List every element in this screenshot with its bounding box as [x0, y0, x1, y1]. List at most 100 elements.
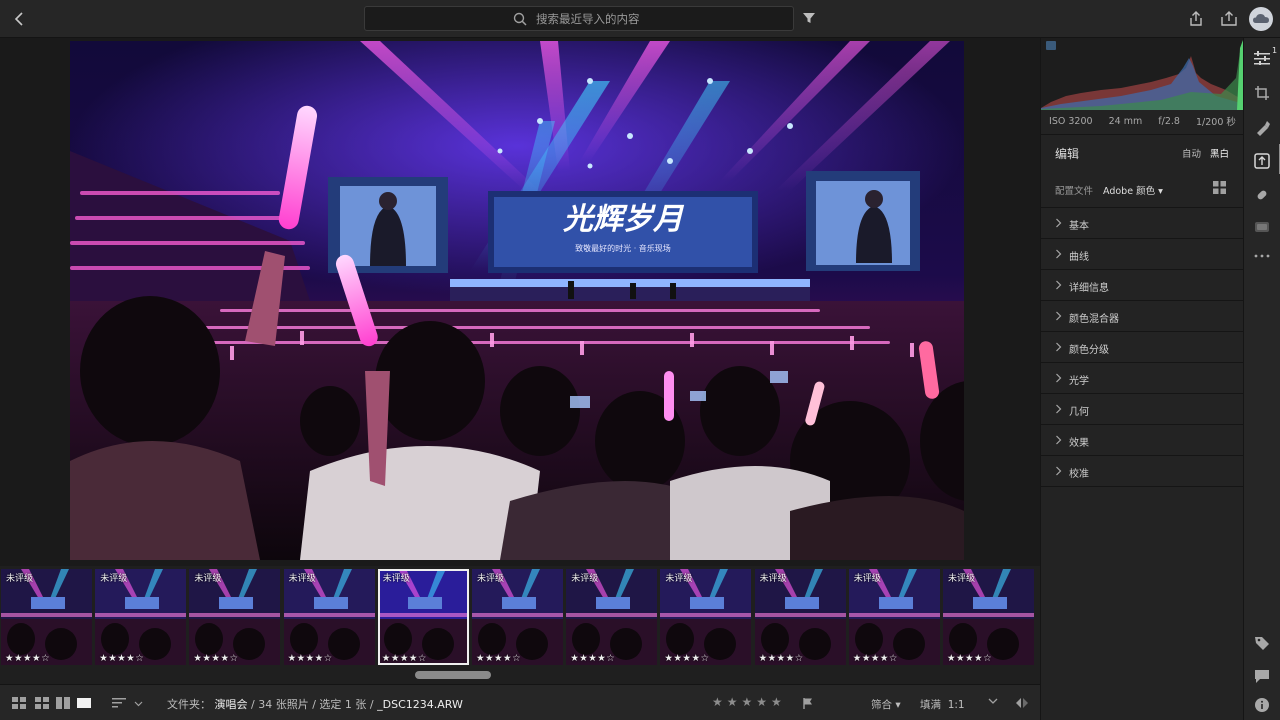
filmstrip-thumbnail[interactable]: 未评级 ★★★★☆ — [566, 569, 658, 665]
filmstrip-thumbnail[interactable]: 未评级 ★★★★☆ — [377, 569, 469, 665]
filter-menu[interactable]: 筛合 ▾ — [871, 697, 901, 712]
search-input[interactable] — [536, 10, 786, 27]
export-icon[interactable] — [1220, 10, 1238, 28]
tag-icon[interactable] — [1254, 635, 1270, 651]
black-white-button[interactable]: 黑白 — [1210, 146, 1229, 160]
thumbnail-stars[interactable]: ★★★★☆ — [5, 653, 50, 664]
thumbnail-rating-label: 未评级 — [100, 574, 128, 584]
file-separator: / — [369, 698, 374, 711]
folder-name-link[interactable]: 演唱会 — [215, 698, 248, 711]
info-icon[interactable] — [1254, 697, 1270, 713]
main-photo[interactable]: 光辉岁月 致敬最好的时光 · 音乐现场 — [70, 41, 964, 560]
compare-view-icon[interactable] — [56, 697, 70, 709]
panel-section[interactable]: 校准 — [1041, 456, 1244, 487]
profile-dropdown[interactable]: Adobe 颜色 ▾ — [1103, 183, 1163, 197]
thumbnail-rating-label: 未评级 — [6, 574, 34, 584]
panel-section[interactable]: 颜色混合器 — [1041, 301, 1244, 332]
chevron-right-icon — [1056, 280, 1062, 290]
exif-info: ISO 3200 24 mm f/2.8 1/200 秒 — [1041, 110, 1244, 132]
zoom-fit-menu[interactable]: 填满 1:1 — [920, 697, 965, 712]
filter-icon[interactable] — [802, 11, 816, 25]
breadcrumb: 文件夹： 演唱会 / 34 张照片 / 选定 1 张 / _DSC1234.AR… — [167, 696, 463, 712]
thumbnail-stars[interactable]: ★★★★☆ — [288, 653, 333, 664]
auto-button[interactable]: 自动 — [1182, 146, 1201, 160]
panel-section[interactable]: 曲线 — [1041, 239, 1244, 270]
crop-rotate-icon[interactable] — [1254, 85, 1270, 101]
thumbnail-rating-label: 未评级 — [571, 574, 599, 584]
chevron-right-icon — [1056, 435, 1062, 445]
presets-icon[interactable] — [1254, 220, 1270, 234]
thumbnail-stars[interactable]: ★★★★☆ — [759, 653, 804, 664]
filmstrip-thumbnail[interactable]: 未评级 ★★★★☆ — [660, 569, 752, 665]
panel-section[interactable]: 颜色分级 — [1041, 332, 1244, 363]
masking-icon[interactable] — [1254, 153, 1270, 169]
thumbnail-stars[interactable]: ★★★★☆ — [382, 653, 427, 664]
panel-section-label: 详细信息 — [1069, 283, 1109, 294]
back-button[interactable] — [8, 9, 30, 29]
screen-subtitle-text: 致敬最好的时光 · 音乐现场 — [575, 243, 671, 253]
thumbnail-stars[interactable]: ★★★★☆ — [193, 653, 238, 664]
comment-icon[interactable] — [1254, 668, 1270, 684]
chevron-down-icon[interactable] — [134, 701, 143, 707]
zoom-label: 1:1 — [947, 699, 965, 711]
thumbnail-rating-label: 未评级 — [759, 574, 787, 584]
chevron-right-icon — [1056, 373, 1062, 383]
panel-section-label: 基本 — [1069, 221, 1089, 232]
rating-stars[interactable]: ★★★★★ — [712, 695, 786, 709]
bandage-icon[interactable] — [1254, 187, 1270, 203]
photo-grid-icon[interactable] — [35, 697, 49, 709]
thumbnail-stars[interactable]: ★★★★☆ — [853, 653, 898, 664]
square-grid-icon[interactable] — [12, 697, 26, 709]
cloud-sync-button[interactable] — [1249, 7, 1273, 31]
filmstrip-thumbnail[interactable]: 未评级 ★★★★☆ — [1, 569, 92, 665]
thumbnail-rating-label: 未评级 — [477, 574, 505, 584]
thumbnail-stars[interactable]: ★★★★☆ — [570, 653, 615, 664]
filmstrip-thumbnail[interactable]: 未评级 ★★★★☆ — [848, 569, 940, 665]
thumbnail-stars[interactable]: ★★★★☆ — [476, 653, 521, 664]
panel-section-label: 校准 — [1069, 469, 1089, 480]
exif-aperture: f/2.8 — [1158, 115, 1180, 127]
profile-browser-icon[interactable] — [1213, 181, 1226, 194]
filmstrip-thumbnail[interactable]: 未评级 ★★★★☆ — [943, 569, 1034, 665]
thumbnail-rating-label: 未评级 — [194, 574, 222, 584]
filmstrip-scrollbar[interactable] — [415, 671, 491, 679]
share-icon[interactable] — [1188, 10, 1204, 28]
filmstrip-thumbnail[interactable]: 未评级 ★★★★☆ — [472, 569, 563, 665]
sort-lines-icon[interactable] — [112, 697, 126, 709]
panel-section-label: 颜色混合器 — [1069, 314, 1119, 325]
search-icon — [513, 12, 527, 26]
histogram — [1041, 38, 1244, 110]
filmstrip-thumbnail[interactable]: 未评级 ★★★★☆ — [754, 569, 846, 665]
cloud-icon — [1253, 14, 1269, 23]
more-icon[interactable] — [1254, 253, 1270, 259]
exif-focal: 24 mm — [1108, 115, 1143, 127]
thumbnail-stars[interactable]: ★★★★☆ — [99, 653, 144, 664]
folder-prefix: 文件夹： — [167, 698, 211, 711]
flag-icon[interactable] — [802, 697, 814, 710]
before-after-icon[interactable] — [1015, 696, 1029, 710]
chevron-down-icon[interactable] — [988, 698, 998, 705]
panel-section[interactable]: 详细信息 — [1041, 270, 1244, 301]
filmstrip-thumbnail[interactable]: 未评级 ★★★★☆ — [95, 569, 187, 665]
bottom-toolbar: 文件夹： 演唱会 / 34 张照片 / 选定 1 张 / _DSC1234.AR… — [0, 684, 1040, 720]
thumbnail-stars[interactable]: ★★★★☆ — [947, 653, 992, 664]
photo-count: / 34 张照片 — [251, 698, 309, 711]
edit-sliders-icon[interactable] — [1254, 51, 1270, 65]
panel-section[interactable]: 几何 — [1041, 394, 1244, 425]
tool-rail: 1 — [1243, 38, 1280, 720]
search-box[interactable] — [364, 6, 794, 31]
healing-brush-icon[interactable] — [1254, 120, 1270, 136]
edit-panel: ISO 3200 24 mm f/2.8 1/200 秒 编辑 自动 黑白 配置… — [1040, 38, 1244, 720]
edit-title: 编辑 — [1055, 147, 1080, 161]
thumbnail-stars[interactable]: ★★★★☆ — [664, 653, 709, 664]
loupe-view-icon[interactable] — [77, 697, 91, 709]
panel-section[interactable]: 效果 — [1041, 425, 1244, 456]
filmstrip-thumbnail[interactable]: 未评级 ★★★★☆ — [189, 569, 281, 665]
panel-section[interactable]: 光学 — [1041, 363, 1244, 394]
panel-section-label: 效果 — [1069, 438, 1089, 449]
thumbnail-rating-label: 未评级 — [288, 574, 316, 584]
top-toolbar — [0, 0, 1280, 38]
panel-section[interactable]: 基本 — [1041, 208, 1244, 239]
clipping-warning-icon[interactable] — [1046, 41, 1056, 50]
filmstrip-thumbnail[interactable]: 未评级 ★★★★☆ — [283, 569, 375, 665]
